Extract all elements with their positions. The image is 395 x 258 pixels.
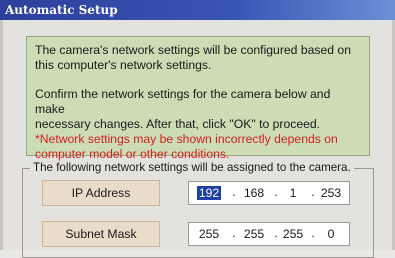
subnet-octet-3[interactable]: 255 xyxy=(279,223,307,245)
ip-octet-1[interactable]: 192 xyxy=(195,182,223,204)
subnet-octet-2[interactable]: 255 xyxy=(240,223,268,245)
ip-address-field[interactable]: 192 . 168 . 1 . 253 xyxy=(188,181,350,205)
info-line-4: necessary changes. After that, click "OK… xyxy=(35,117,321,131)
ip-octet-2[interactable]: 168 xyxy=(240,182,268,204)
subnet-octet-4[interactable]: 0 xyxy=(317,223,345,245)
subnet-mask-field[interactable]: 255 . 255 . 255 . 0 xyxy=(188,222,350,246)
subnet-mask-label: Subnet Mask xyxy=(42,221,160,247)
ip-separator-3: . xyxy=(311,185,315,199)
window-title: Automatic Setup xyxy=(5,3,118,17)
subnet-separator-1: . xyxy=(232,226,236,240)
ip-address-label: IP Address xyxy=(42,180,160,206)
warning-line-1: *Network settings may be shown incorrect… xyxy=(35,132,338,146)
info-line-1: The camera's network settings will be co… xyxy=(35,43,351,57)
subnet-separator-3: . xyxy=(311,226,315,240)
info-panel: The camera's network settings will be co… xyxy=(26,36,370,161)
ip-octet-4[interactable]: 253 xyxy=(317,182,345,204)
info-line-3: Confirm the network settings for the cam… xyxy=(35,87,331,116)
info-gap xyxy=(35,73,361,87)
title-bar[interactable]: Automatic Setup xyxy=(0,0,395,20)
ip-separator-1: . xyxy=(232,185,236,199)
ip-octet-3[interactable]: 1 xyxy=(279,182,307,204)
window-left-edge xyxy=(0,20,3,250)
network-settings-legend: The following network settings will be a… xyxy=(30,161,354,174)
ip-octet-1-selected: 192 xyxy=(196,186,222,200)
info-line-2: this computer's network settings. xyxy=(35,58,212,72)
subnet-octet-1[interactable]: 255 xyxy=(195,223,223,245)
warning-line-2: computer model or other conditions. xyxy=(35,147,230,161)
